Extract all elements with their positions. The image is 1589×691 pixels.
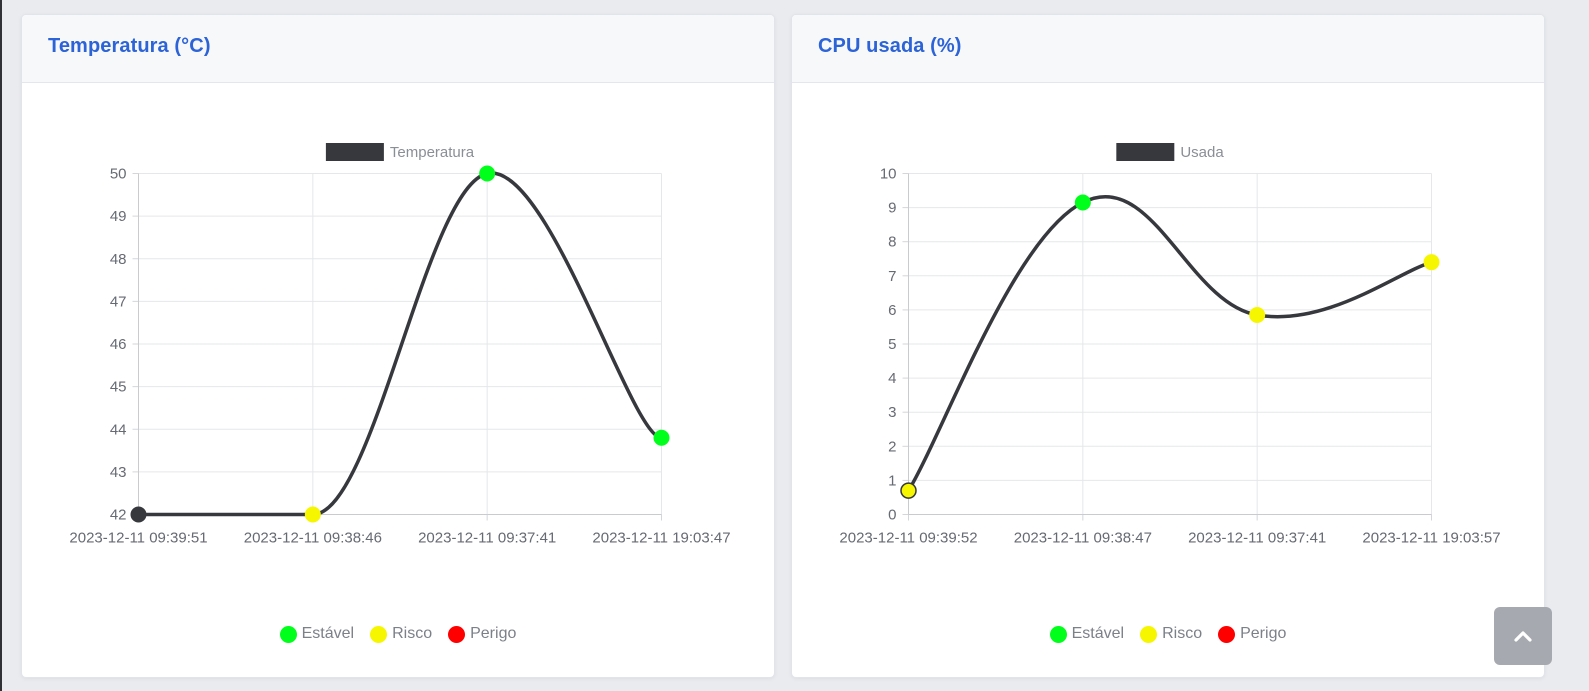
temperature-card: Temperatura (°C) 42 43 44 45 46 47 48 49 50 2023-… xyxy=(21,14,775,678)
card-title: CPU usada (%) xyxy=(818,35,962,57)
status-danger: Perigo xyxy=(1218,625,1286,643)
y-tick-label: 3 xyxy=(888,404,896,421)
y-tick-label: 0 xyxy=(888,507,896,524)
y-tick-label: 9 xyxy=(888,200,896,217)
y-tick-label: 8 xyxy=(888,234,896,251)
y-tick-label: 49 xyxy=(110,208,127,225)
data-point xyxy=(130,506,147,523)
y-tick-label: 1 xyxy=(888,472,896,489)
x-tick-label: 2023-12-11 09:37:41 xyxy=(1188,530,1326,547)
data-point xyxy=(304,506,321,523)
data-point xyxy=(1249,307,1266,324)
cpu-card: CPU usada (%) 0 1 2 3 4 5 6 7 8 9 10 2023-12-11 09:… xyxy=(791,14,1545,678)
x-tick-label: 2023-12-11 09:38:46 xyxy=(244,530,382,547)
status-label: Perigo xyxy=(470,625,517,642)
y-tick-label: 4 xyxy=(888,370,896,387)
green-dot-icon xyxy=(1049,625,1067,643)
status-risk: Risco xyxy=(1140,625,1202,643)
status-risk: Risco xyxy=(370,625,432,643)
legend-label: Temperatura xyxy=(390,144,475,161)
y-tick-label: 45 xyxy=(110,379,127,396)
red-dot-icon xyxy=(1218,625,1236,643)
y-tick-label: 6 xyxy=(888,302,896,319)
y-tick-label: 48 xyxy=(110,251,127,268)
yellow-dot-icon xyxy=(1140,625,1158,643)
status-label: Risco xyxy=(1162,625,1203,642)
data-point xyxy=(1423,254,1440,271)
y-tick-label: 43 xyxy=(110,464,127,481)
y-tick-label: 42 xyxy=(110,507,127,524)
data-point xyxy=(900,482,917,499)
legend-label: Usada xyxy=(1180,144,1224,161)
y-tick-label: 44 xyxy=(110,421,127,438)
data-point xyxy=(653,429,670,446)
status-label: Estável xyxy=(1071,625,1125,642)
x-tick-label: 2023-12-11 09:37:41 xyxy=(418,530,556,547)
data-point xyxy=(479,165,496,182)
status-label: Estável xyxy=(301,625,355,642)
data-point xyxy=(1074,194,1091,211)
red-dot-icon xyxy=(448,625,466,643)
cpu-chart: 0 1 2 3 4 5 6 7 8 9 10 2023-12-11 09:39:52 2023-12-1… xyxy=(839,143,1501,547)
status-stable: Estável xyxy=(1049,625,1125,643)
status-danger: Perigo xyxy=(448,625,516,643)
status-legend: Estável Risco Perigo xyxy=(792,625,1544,643)
status-label: Risco xyxy=(392,625,433,642)
card-header: CPU usada (%) xyxy=(792,15,1544,83)
legend-swatch xyxy=(1116,143,1175,161)
x-tick-label: 2023-12-11 09:38:47 xyxy=(1014,530,1152,547)
card-header: Temperatura (°C) xyxy=(22,15,774,83)
x-tick-label: 2023-12-11 19:03:47 xyxy=(592,530,730,547)
y-tick-label: 2 xyxy=(888,438,896,455)
temperature-chart: 42 43 44 45 46 47 48 49 50 2023-12-11 09:39:51 202… xyxy=(69,143,731,547)
status-label: Perigo xyxy=(1240,625,1287,642)
y-tick-label: 7 xyxy=(888,268,896,285)
x-tick-label: 2023-12-11 09:39:52 xyxy=(839,530,977,547)
legend-swatch xyxy=(325,143,384,161)
card-title: Temperatura (°C) xyxy=(48,35,211,57)
green-dot-icon xyxy=(279,625,297,643)
back-to-top-button[interactable] xyxy=(1494,607,1552,665)
y-tick-label: 5 xyxy=(888,336,896,353)
yellow-dot-icon xyxy=(370,625,388,643)
y-tick-label: 50 xyxy=(110,166,127,183)
y-tick-label: 47 xyxy=(110,293,127,310)
x-tick-label: 2023-12-11 19:03:57 xyxy=(1362,530,1500,547)
window-edge xyxy=(0,0,2,691)
y-tick-label: 46 xyxy=(110,336,127,353)
chevron-up-icon xyxy=(1514,631,1532,642)
x-tick-label: 2023-12-11 09:39:51 xyxy=(69,530,207,547)
status-stable: Estável xyxy=(279,625,355,643)
status-legend: Estável Risco Perigo xyxy=(22,625,774,643)
y-tick-label: 10 xyxy=(880,166,897,183)
